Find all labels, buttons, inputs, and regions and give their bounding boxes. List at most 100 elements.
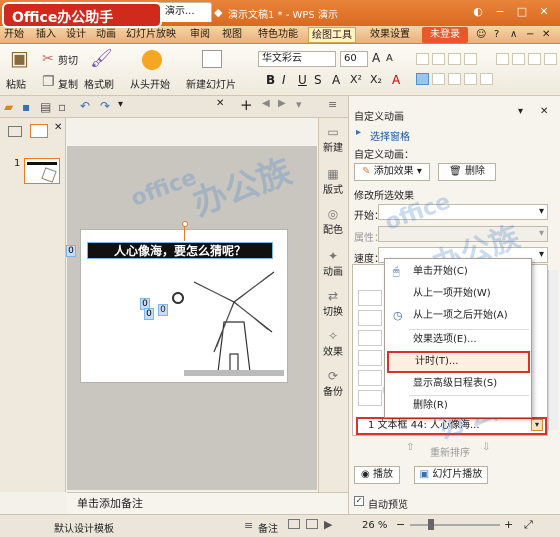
- italic-icon[interactable]: I: [282, 73, 286, 87]
- indent-icon[interactable]: [448, 53, 461, 65]
- menu-review[interactable]: 审阅: [190, 27, 210, 43]
- sorter-view-icon[interactable]: [306, 519, 318, 529]
- fit-window-icon[interactable]: ⤢: [524, 518, 533, 532]
- user-icon[interactable]: ☺: [476, 27, 486, 43]
- play-from-start-icon[interactable]: [142, 50, 162, 70]
- line-spacing-icon[interactable]: [496, 53, 509, 65]
- list-scrollbar[interactable]: [548, 270, 558, 430]
- side-tab-layout[interactable]: ▦ 版式: [320, 168, 346, 197]
- distribute-icon[interactable]: [480, 73, 493, 85]
- undo-icon[interactable]: ↶: [80, 99, 90, 113]
- side-tab-transition[interactable]: ⇄ 切换: [320, 290, 346, 319]
- menu-effects[interactable]: 效果设置: [370, 27, 410, 43]
- slide-title-textbox[interactable]: 人心像海，要怎么猜呢？: [87, 242, 273, 259]
- collapse-ribbon-icon[interactable]: ∧: [510, 27, 517, 43]
- notes-toggle-label[interactable]: 备注: [258, 520, 278, 535]
- auto-preview-checkbox[interactable]: ✓: [354, 496, 364, 506]
- close-tab-icon[interactable]: ✕: [216, 98, 224, 109]
- open-folder-icon[interactable]: ▰: [4, 100, 13, 114]
- tab-list-icon[interactable]: ▾: [296, 98, 302, 111]
- paste-icon[interactable]: ▣: [10, 48, 29, 68]
- subscript-icon[interactable]: X₂: [370, 73, 382, 86]
- skin-icon[interactable]: ◐: [470, 4, 486, 20]
- close-doc-icon[interactable]: ✕: [542, 27, 550, 43]
- tab-prev-icon[interactable]: ◀: [262, 98, 270, 109]
- cut-icon[interactable]: ✂: [42, 52, 54, 66]
- maximize-icon[interactable]: □: [514, 4, 530, 20]
- menu-drawing-tools[interactable]: 绘图工具: [308, 27, 356, 43]
- shadow-icon[interactable]: S: [314, 73, 322, 87]
- cut-button[interactable]: 剪切: [58, 52, 78, 67]
- print-icon[interactable]: ▤: [40, 100, 51, 114]
- menu-animation[interactable]: 动画: [96, 27, 116, 43]
- bullets-icon[interactable]: [416, 53, 429, 65]
- menu-insert[interactable]: 插入: [36, 27, 56, 43]
- select-pane-link[interactable]: 选择窗格: [370, 128, 410, 143]
- menu-item-advanced-timeline[interactable]: 显示高级日程表(S): [387, 373, 530, 395]
- more-icon[interactable]: [544, 53, 557, 65]
- minimize-icon[interactable]: −: [492, 4, 508, 20]
- preview-icon[interactable]: ▫: [58, 100, 66, 114]
- menu-view[interactable]: 视图: [222, 27, 242, 43]
- menu-special[interactable]: 特色功能: [258, 27, 298, 43]
- side-tab-effect[interactable]: ✧ 效果: [320, 330, 346, 359]
- pane-menu-icon[interactable]: ≡: [328, 98, 337, 111]
- paste-button[interactable]: 粘贴: [6, 76, 26, 91]
- menu-item-on-click[interactable]: 🖱 单击开始(C): [387, 261, 530, 283]
- menu-item-effect-options[interactable]: 效果选项(E)...: [387, 329, 530, 351]
- menu-item-remove[interactable]: 删除(R): [387, 395, 530, 417]
- slides-view-icon[interactable]: [30, 124, 48, 138]
- minimize-doc-icon[interactable]: −: [526, 27, 534, 43]
- bold-icon[interactable]: B: [266, 73, 275, 87]
- menu-item-after-previous[interactable]: ◷ 从上一项之后开始(A): [387, 305, 530, 327]
- from-start-button[interactable]: 从头开始: [130, 76, 170, 91]
- new-slide-icon[interactable]: [202, 50, 222, 68]
- grow-font-icon[interactable]: A: [372, 51, 380, 65]
- redo-icon[interactable]: ↷: [100, 99, 110, 113]
- delete-button[interactable]: 🗑 删除: [438, 163, 496, 181]
- zoom-slider[interactable]: [410, 524, 500, 526]
- new-slide-button[interactable]: 新建幻灯片: [186, 76, 236, 91]
- notes-toggle-icon[interactable]: ≡: [244, 519, 253, 532]
- numbering-icon[interactable]: [432, 53, 445, 65]
- customize-icon[interactable]: ▾: [118, 99, 123, 110]
- normal-view-icon[interactable]: [288, 519, 300, 529]
- zoom-out-icon[interactable]: −: [396, 518, 405, 531]
- rotate-handle[interactable]: [182, 221, 188, 227]
- zoom-in-icon[interactable]: +: [504, 518, 513, 531]
- copy-button[interactable]: 复制: [58, 76, 78, 91]
- underline-icon[interactable]: U: [298, 73, 307, 87]
- align-center-icon[interactable]: [432, 73, 445, 85]
- menu-design[interactable]: 设计: [66, 27, 86, 43]
- format-painter-button[interactable]: 格式刷: [84, 76, 114, 91]
- superscript-icon[interactable]: X²: [350, 73, 362, 86]
- align-left-icon[interactable]: [416, 73, 429, 85]
- tab-next-icon[interactable]: ▶: [278, 98, 286, 109]
- menu-slideshow[interactable]: 幻灯片放映: [126, 27, 176, 43]
- align-right-icon[interactable]: [448, 73, 461, 85]
- justify-icon[interactable]: [464, 73, 477, 85]
- format-painter-icon[interactable]: 🖌: [90, 50, 113, 68]
- font-size-select[interactable]: 60: [340, 51, 368, 67]
- side-tab-new[interactable]: ▭ 新建: [320, 126, 346, 155]
- side-tab-color[interactable]: ◎ 配色: [320, 208, 346, 237]
- strikethrough-icon[interactable]: A: [332, 73, 340, 87]
- slideshow-button[interactable]: ▣ 幻灯片播放: [414, 466, 488, 484]
- zoom-slider-thumb[interactable]: [428, 519, 434, 530]
- login-button[interactable]: 未登录: [422, 27, 468, 43]
- add-effect-button[interactable]: ✎ 添加效果 ▾: [354, 163, 430, 181]
- text-direction-icon[interactable]: [512, 53, 525, 65]
- item-dropdown-icon[interactable]: ▾: [531, 419, 543, 431]
- menu-item-with-previous[interactable]: 从上一项开始(W): [387, 283, 530, 305]
- close-pane-icon[interactable]: ✕: [54, 122, 62, 133]
- outline-view-icon[interactable]: [8, 126, 22, 137]
- font-color-icon[interactable]: A: [392, 73, 400, 87]
- save-icon[interactable]: ▪: [22, 100, 30, 114]
- move-up-icon[interactable]: ⇧: [406, 442, 414, 453]
- menu-item-timing[interactable]: 计时(T)...: [387, 351, 530, 373]
- shrink-font-icon[interactable]: A: [386, 53, 393, 64]
- close-icon[interactable]: ✕: [536, 4, 552, 20]
- side-tab-backup[interactable]: ⟳ 备份: [320, 370, 346, 399]
- pane-close-icon[interactable]: ✕: [540, 106, 548, 117]
- new-tab-icon[interactable]: +: [240, 96, 253, 114]
